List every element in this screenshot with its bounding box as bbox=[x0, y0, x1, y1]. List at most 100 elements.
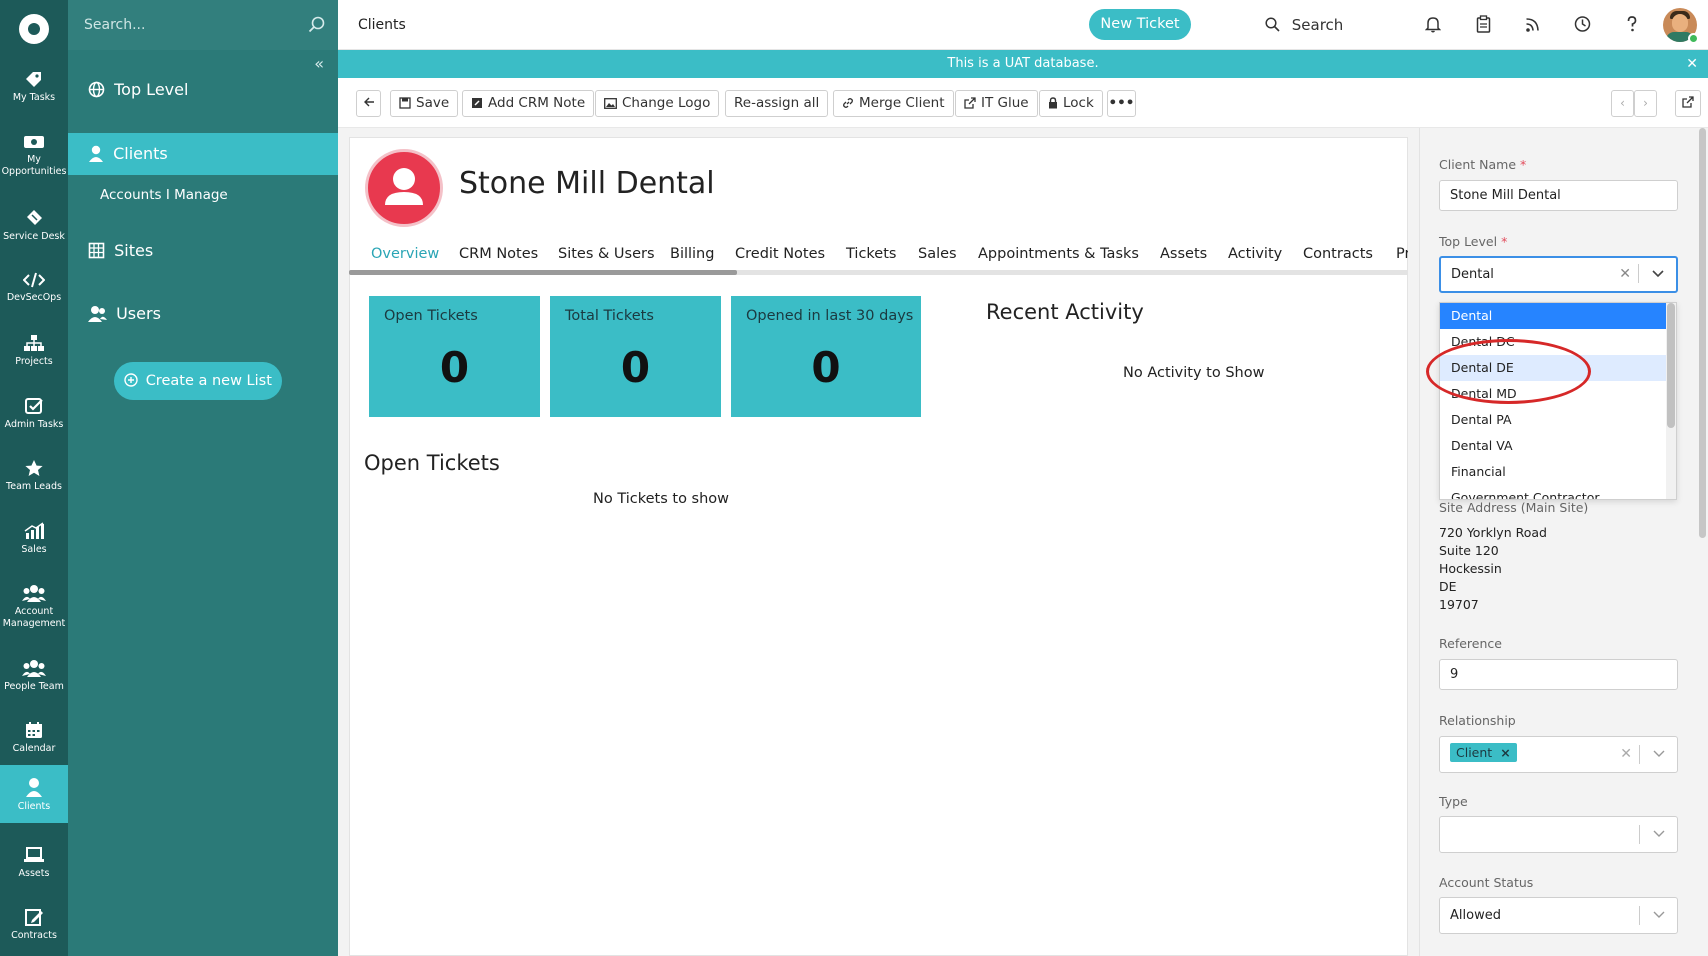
global-search[interactable]: Search bbox=[1265, 16, 1343, 34]
type-select[interactable] bbox=[1439, 816, 1678, 853]
save-button[interactable]: Save bbox=[390, 90, 459, 117]
close-icon[interactable]: ✕ bbox=[1686, 50, 1698, 78]
tab-overview[interactable]: Overview bbox=[371, 246, 439, 262]
rail-item-sales[interactable]: Sales bbox=[0, 518, 68, 568]
tab-tickets[interactable]: Tickets bbox=[846, 246, 896, 262]
reassign-all-button[interactable]: Re-assign all bbox=[725, 90, 829, 117]
app-logo[interactable] bbox=[19, 14, 49, 44]
sidebar-item-accounts-i-manage[interactable]: Accounts I Manage bbox=[100, 187, 228, 203]
stat-total-tickets[interactable]: Total Tickets 0 bbox=[550, 296, 721, 417]
sidebar-item-label: Clients bbox=[113, 144, 168, 163]
client-name-field[interactable]: Stone Mill Dental bbox=[1439, 180, 1678, 211]
dropdown-option[interactable]: Financial bbox=[1440, 459, 1668, 485]
open-new-window-button[interactable] bbox=[1675, 90, 1701, 117]
chevron-down-icon[interactable] bbox=[1653, 898, 1665, 933]
rail-item-clients[interactable]: Clients bbox=[0, 765, 68, 823]
clock-icon[interactable] bbox=[1574, 15, 1591, 33]
tab-overflow[interactable]: Pr bbox=[1396, 246, 1408, 262]
clear-icon[interactable]: ✕ bbox=[1620, 737, 1632, 772]
bell-icon[interactable] bbox=[1425, 15, 1441, 33]
lock-button[interactable]: Lock bbox=[1039, 90, 1103, 117]
rail-item-team-leads[interactable]: Team Leads bbox=[0, 455, 68, 505]
rail-item-people-team[interactable]: People Team bbox=[0, 655, 68, 705]
rail-item-my-tasks[interactable]: My Tasks bbox=[0, 64, 68, 114]
chevron-down-icon[interactable] bbox=[1653, 817, 1665, 852]
tab-contracts[interactable]: Contracts bbox=[1303, 246, 1373, 262]
stat-open-tickets[interactable]: Open Tickets 0 bbox=[369, 296, 540, 417]
user-icon bbox=[89, 145, 103, 162]
add-crm-note-button[interactable]: Add CRM Note bbox=[462, 90, 595, 117]
dropdown-scrollbar-thumb[interactable] bbox=[1667, 303, 1675, 428]
tab-sales[interactable]: Sales bbox=[918, 246, 957, 262]
rail-item-contracts[interactable]: Contracts bbox=[0, 904, 68, 954]
rail-item-devsecops[interactable]: DevSecOps bbox=[0, 268, 68, 318]
dropdown-option[interactable]: Dental DC bbox=[1440, 329, 1668, 355]
dropdown-option[interactable]: Government Contractor bbox=[1440, 485, 1668, 499]
chevron-down-icon[interactable] bbox=[1653, 737, 1665, 772]
dropdown-scrollbar[interactable] bbox=[1666, 303, 1676, 499]
dropdown-option[interactable]: Dental VA bbox=[1440, 433, 1668, 459]
users-icon bbox=[88, 306, 107, 322]
account-status-select[interactable]: Allowed bbox=[1439, 897, 1678, 934]
select-separator bbox=[1638, 264, 1639, 283]
rail-item-projects[interactable]: Projects bbox=[0, 330, 68, 380]
change-logo-button[interactable]: Change Logo bbox=[595, 90, 720, 117]
panel-scrollbar[interactable] bbox=[1697, 128, 1708, 956]
star-icon bbox=[25, 460, 43, 476]
tab-credit-notes[interactable]: Credit Notes bbox=[735, 246, 825, 262]
previous-record-button[interactable]: ‹ bbox=[1611, 90, 1634, 117]
client-logo[interactable] bbox=[365, 149, 443, 227]
new-ticket-button[interactable]: New Ticket bbox=[1089, 9, 1191, 40]
dropdown-option[interactable]: Dental DE bbox=[1440, 355, 1668, 381]
rail-item-my-opportunities[interactable]: My Opportunities bbox=[0, 128, 68, 188]
stat-opened-last-30-days[interactable]: Opened in last 30 days 0 bbox=[731, 296, 921, 417]
sidebar-item-users[interactable]: Users bbox=[68, 293, 338, 335]
tab-billing[interactable]: Billing bbox=[670, 246, 714, 262]
it-glue-button[interactable]: IT Glue bbox=[955, 90, 1038, 117]
dropdown-option[interactable]: Dental PA bbox=[1440, 407, 1668, 433]
tab-activity[interactable]: Activity bbox=[1228, 246, 1282, 262]
clipboard-icon[interactable] bbox=[1476, 15, 1491, 33]
sidebar-search[interactable]: Search... bbox=[68, 0, 338, 50]
client-name-heading: Stone Mill Dental bbox=[459, 166, 715, 201]
tab-appointments-tasks[interactable]: Appointments & Tasks bbox=[978, 246, 1139, 262]
sidebar-item-sites[interactable]: Sites bbox=[68, 230, 338, 272]
relationship-select[interactable]: Client × ✕ bbox=[1439, 736, 1678, 773]
sidebar-item-top-level[interactable]: Top Level bbox=[68, 69, 338, 111]
create-list-button[interactable]: Create a new List bbox=[114, 362, 282, 400]
rail-item-calendar[interactable]: Calendar bbox=[0, 717, 68, 767]
merge-client-button[interactable]: Merge Client bbox=[833, 90, 954, 117]
user-icon bbox=[26, 778, 42, 797]
dropdown-option[interactable]: Dental bbox=[1440, 303, 1668, 329]
search-icon[interactable] bbox=[308, 16, 326, 34]
tab-assets[interactable]: Assets bbox=[1160, 246, 1207, 262]
sidebar-item-label: Users bbox=[116, 304, 161, 323]
chevron-down-icon[interactable] bbox=[1652, 258, 1664, 291]
top-level-input[interactable]: Dental bbox=[1451, 267, 1494, 282]
rail-item-service-desk[interactable]: Service Desk bbox=[0, 205, 68, 255]
panel-scrollbar-thumb[interactable] bbox=[1699, 128, 1706, 538]
tab-sites-users[interactable]: Sites & Users bbox=[558, 246, 655, 262]
next-record-button[interactable]: › bbox=[1634, 90, 1657, 117]
rail-item-account-management[interactable]: Account Management bbox=[0, 580, 68, 642]
more-options-button[interactable]: ••• bbox=[1107, 90, 1136, 117]
relationship-tag[interactable]: Client × bbox=[1450, 743, 1517, 762]
address-line: DE bbox=[1439, 579, 1457, 594]
sidebar-item-clients[interactable]: Clients bbox=[68, 133, 338, 175]
dropdown-option[interactable]: Dental MD bbox=[1440, 381, 1668, 407]
back-button[interactable] bbox=[356, 90, 381, 117]
tabs-scrollbar[interactable] bbox=[349, 270, 1408, 275]
top-level-select[interactable]: Dental ✕ bbox=[1439, 256, 1678, 293]
help-icon[interactable] bbox=[1624, 15, 1640, 33]
tabs-scrollbar-thumb[interactable] bbox=[349, 270, 737, 275]
tab-crm-notes[interactable]: CRM Notes bbox=[459, 246, 538, 262]
sidebar-search-placeholder[interactable]: Search... bbox=[84, 17, 145, 33]
rail-item-assets[interactable]: Assets bbox=[0, 842, 68, 892]
rss-icon[interactable] bbox=[1525, 15, 1541, 33]
top-level-dropdown: Dental Dental DC Dental DE Dental MD Den… bbox=[1439, 302, 1677, 500]
reference-field[interactable]: 9 bbox=[1439, 659, 1678, 690]
rail-item-admin-tasks[interactable]: Admin Tasks bbox=[0, 393, 68, 443]
lock-icon bbox=[1049, 97, 1057, 109]
clear-icon[interactable]: ✕ bbox=[1619, 258, 1631, 291]
chart-icon bbox=[24, 522, 44, 539]
